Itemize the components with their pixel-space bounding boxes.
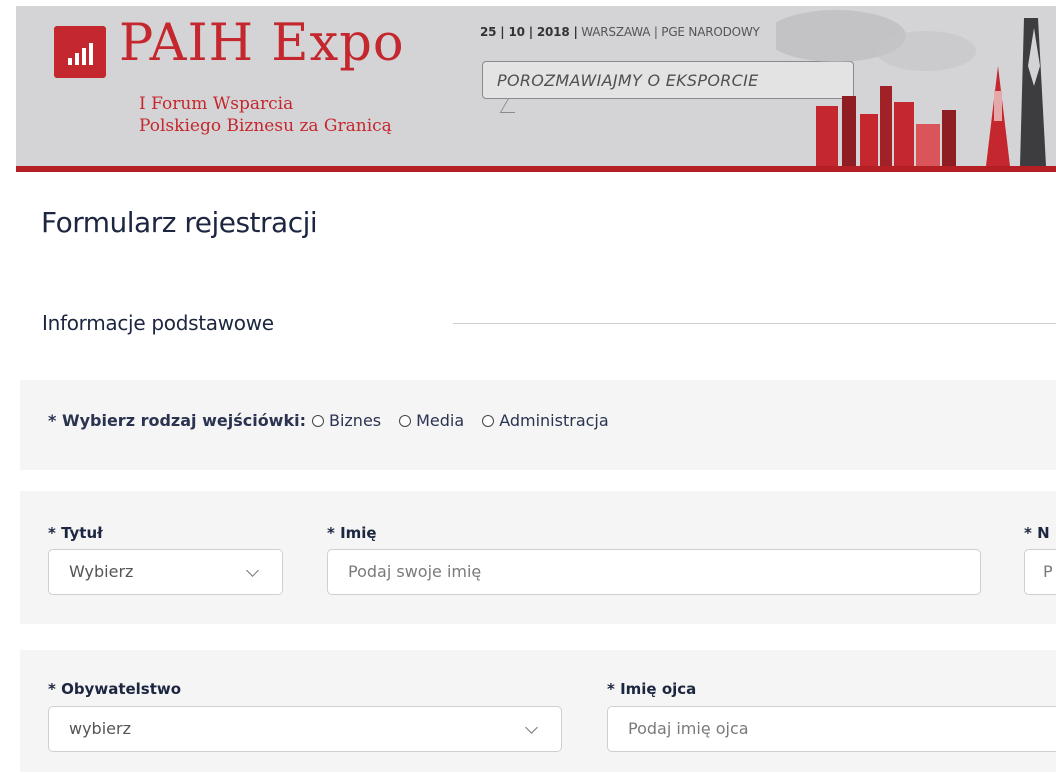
header-banner: PAIH Expo I Forum Wsparcia Polskiego Biz… [16,6,1056,166]
page-title: Formularz rejestracji [41,206,318,239]
citizenship-select-value: wybierz [69,719,131,738]
first-name-label: * Imię [327,524,377,542]
section-divider [453,323,1056,324]
radio-circle-icon[interactable] [311,414,324,427]
city-skyline-illustration [776,10,1046,166]
father-name-input[interactable]: Podaj imię ojca [607,706,1056,752]
section-title: Informacje podstawowe [42,311,274,335]
bar-chart-icon [54,26,106,78]
logo-subtitle-line2: Polskiego Biznesu za Granicą [139,116,392,136]
chevron-down-icon [246,564,259,577]
title-select-value: Wybierz [69,562,134,581]
last-name-placeholder: P [1043,562,1053,581]
citizenship-label: * Obywatelstwo [48,680,182,698]
slogan-text: POROZMAWIAJMY O EKSPORCIE [497,71,759,90]
title-select[interactable]: Wybierz [48,549,283,595]
radio-media-label: Media [416,411,465,430]
chevron-down-icon [525,721,538,734]
last-name-label: * N [1024,524,1050,542]
logo-title: PAIH Expo [119,14,405,73]
banner-divider [16,166,1056,172]
ticket-type-group: * Wybierz rodzaj wejściówki: Biznes Medi… [48,411,627,430]
radio-biznes[interactable]: Biznes [311,411,382,430]
first-name-input[interactable]: Podaj swoje imię [327,549,981,595]
radio-circle-icon[interactable] [482,414,495,427]
logo-subtitle: I Forum Wsparcia Polskiego Biznesu za Gr… [139,93,392,137]
title-label: * Tytuł [48,524,103,542]
father-name-placeholder: Podaj imię ojca [628,719,749,738]
event-date: 25 | 10 | 2018 | WARSZAWA | PGE NARODOWY [480,25,760,39]
first-name-placeholder: Podaj swoje imię [348,562,482,581]
event-date-value: 25 | 10 | 2018 | [480,25,578,39]
radio-administracja[interactable]: Administracja [482,411,609,430]
citizenship-select[interactable]: wybierz [48,706,562,752]
logo-subtitle-line1: I Forum Wsparcia [139,94,294,114]
radio-administracja-label: Administracja [499,411,609,430]
ticket-type-label: * Wybierz rodzaj wejściówki: [48,411,306,430]
radio-media[interactable]: Media [399,411,464,430]
radio-circle-icon[interactable] [399,414,412,427]
event-place: WARSZAWA | PGE NARODOWY [577,25,760,39]
last-name-input[interactable]: P [1024,549,1056,595]
father-name-label: * Imię ojca [607,680,697,698]
speech-tail-icon [499,98,524,113]
radio-biznes-label: Biznes [328,411,382,430]
